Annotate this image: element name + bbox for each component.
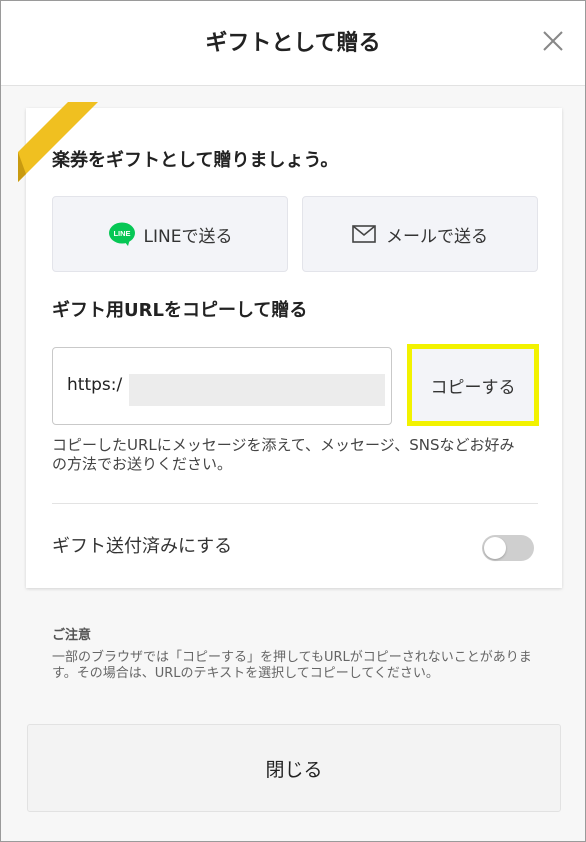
divider <box>52 503 538 504</box>
close-button[interactable]: 閉じる <box>27 724 561 812</box>
toggle-knob <box>484 537 506 559</box>
line-share-label: LINEで送る <box>143 226 233 247</box>
gift-url-value: https:/ <box>67 375 123 395</box>
url-copy-heading: ギフト用URLをコピーして贈る <box>52 300 308 321</box>
card-title: 楽券をギフトとして贈りましょう。 <box>52 150 339 171</box>
svg-text:LINE: LINE <box>113 229 130 238</box>
gift-sent-toggle[interactable] <box>482 535 534 561</box>
line-icon: LINE <box>108 222 136 246</box>
modal-title: ギフトとして贈る <box>205 31 381 56</box>
mail-share-button[interactable]: メールで送る <box>302 196 538 272</box>
notice-text: 一部のブラウザでは「コピーする」を押してもURLがコピーされないことがあります。… <box>52 650 532 681</box>
gift-url-field[interactable]: https:/ <box>52 347 392 425</box>
mail-share-label: メールで送る <box>386 226 488 247</box>
mail-icon <box>352 225 376 243</box>
gift-sent-label: ギフト送付済みにする <box>52 536 233 557</box>
line-share-button[interactable]: LINE LINEで送る <box>52 196 288 272</box>
url-redaction <box>129 374 385 406</box>
modal-header: ギフトとして贈る <box>1 1 585 86</box>
close-icon[interactable] <box>539 27 567 55</box>
notice-title: ご注意 <box>52 628 92 643</box>
copy-helper-text: コピーしたURLにメッセージを添えて、メッセージ、SNSなどお好みの方法でお送り… <box>52 436 515 473</box>
copy-button[interactable]: コピーする <box>407 344 539 426</box>
